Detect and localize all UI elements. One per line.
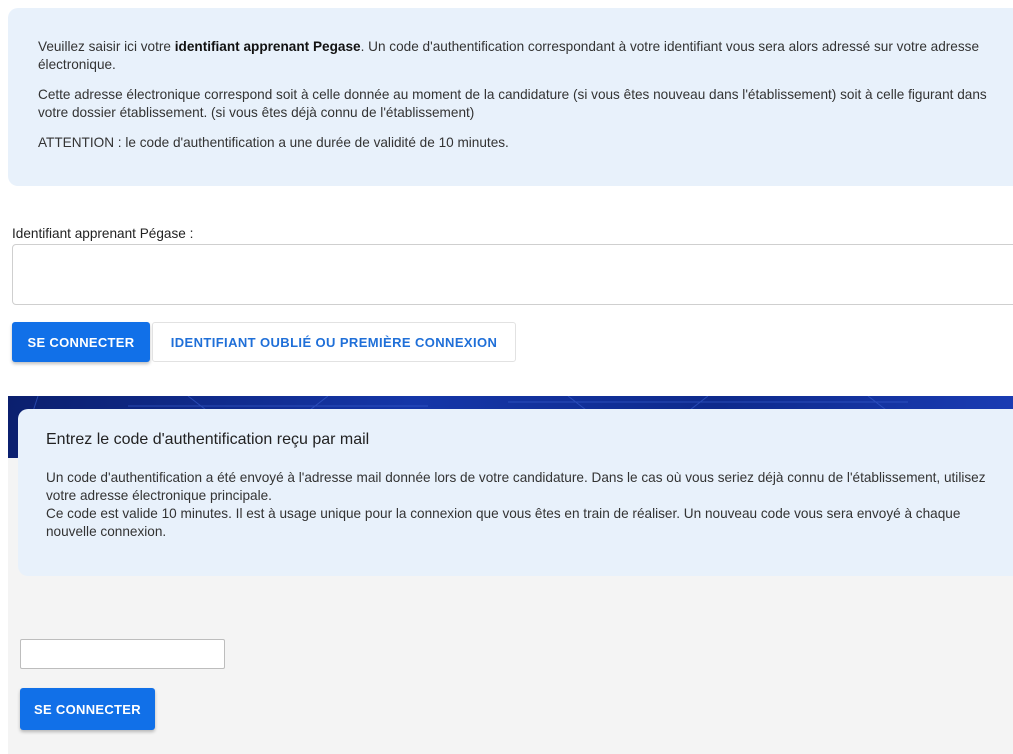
info-paragraph-3: ATTENTION : le code d'authentification a…: [38, 135, 509, 150]
code-info-line-2: Ce code est valide 10 minutes. Il est à …: [46, 506, 961, 539]
code-section-title: Entrez le code d'authentification reçu p…: [46, 431, 370, 448]
page: Veuillez saisir ici votre identifiant ap…: [0, 0, 1013, 754]
connect-button[interactable]: SE CONNECTER: [12, 322, 150, 362]
code-info-line-1: Un code d'authentification a été envoyé …: [46, 470, 986, 503]
code-info-box: Entrez le code d'authentification reçu p…: [18, 409, 1013, 576]
info-text: Veuillez saisir ici votre: [38, 39, 175, 54]
identifier-input[interactable]: [12, 244, 1013, 305]
info-paragraph-2: Cette adresse électronique correspond so…: [38, 87, 987, 120]
code-connect-button[interactable]: SE CONNECTER: [20, 688, 155, 730]
info-box: Veuillez saisir ici votre identifiant ap…: [8, 8, 1013, 186]
info-highlight: identifiant apprenant Pegase: [174, 39, 361, 54]
identifier-label: Identifiant apprenant Pégase :: [12, 226, 194, 241]
forgot-identifier-button[interactable]: IDENTIFIANT OUBLIÉ OU PREMIÈRE CONNEXION: [152, 322, 516, 362]
auth-code-input[interactable]: [20, 639, 225, 669]
info-paragraph-1: Veuillez saisir ici votre identifiant ap…: [38, 38, 993, 74]
